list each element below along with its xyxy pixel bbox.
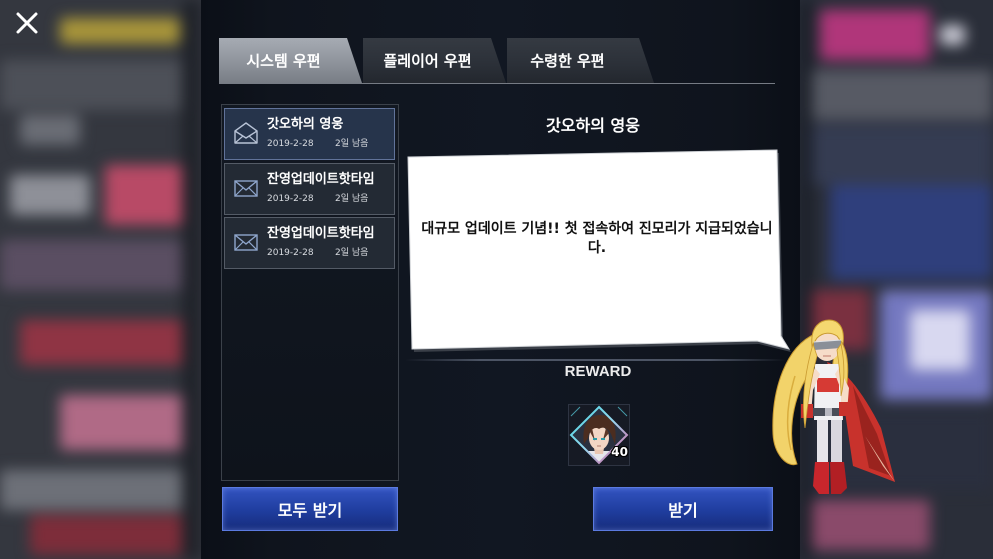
mail-detail-title: 갓오하의 영웅 [546,116,640,135]
mail-date: 2019-2-28 [267,139,314,149]
receive-label: 받기 [668,501,698,520]
receive-all-label: 모두 받기 [277,501,343,520]
tab-received-mail[interactable]: 수령한 우편 [507,38,654,83]
envelope-open-icon [233,120,259,146]
tab-label: 시스템 우편 [246,52,321,70]
mail-list[interactable] [221,104,399,481]
mail-date: 2019-2-28 [267,194,314,204]
tab-system-mail[interactable]: 시스템 우편 [219,38,362,83]
mail-title: 잔영업데이트핫타임 [267,172,375,187]
reward-label: REWARD [564,363,632,380]
character-sprite [772,319,895,494]
receive-all-button[interactable]: 모두 받기 [222,487,398,531]
mail-message: 대규모 업데이트 기념!! 첫 접속하여 진모리가 지급되었습니다. [421,221,773,256]
tab-label: 수령한 우편 [530,52,605,70]
envelope-icon [233,229,259,255]
mail-list-item[interactable]: 잔영업데이트핫타임 2019-2-28 2일 남음 [224,217,395,269]
mail-remaining-time: 2일 남음 [335,248,369,258]
mail-date: 2019-2-28 [267,248,314,258]
mail-remaining-time: 2일 남음 [335,194,369,204]
mail-title: 잔영업데이트핫타임 [267,226,375,241]
tab-player-mail[interactable]: 플레이어 우편 [363,38,506,83]
tab-label: 플레이어 우편 [383,52,472,70]
divider [405,359,785,361]
mail-remaining-time: 2일 남음 [335,139,369,149]
mail-list-item[interactable]: 갓오하의 영웅 2019-2-28 2일 남음 [224,108,395,160]
reward-count: 40 [611,445,628,459]
tab-underline [219,83,775,84]
blurred-background-left [0,0,201,559]
close-icon[interactable] [14,10,40,36]
receive-button[interactable]: 받기 [593,487,773,531]
mail-list-item[interactable]: 잔영업데이트핫타임 2019-2-28 2일 남음 [224,163,395,215]
mail-title: 갓오하의 영웅 [267,117,344,132]
envelope-icon [233,175,259,201]
